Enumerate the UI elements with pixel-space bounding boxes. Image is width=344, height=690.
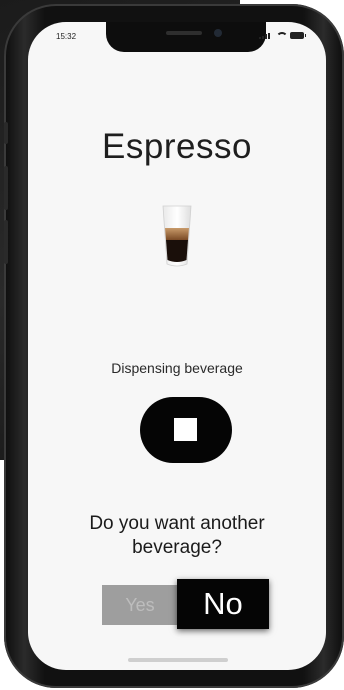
no-button[interactable]: No	[177, 579, 269, 629]
front-camera	[214, 29, 222, 37]
battery-icon	[290, 32, 306, 39]
notch	[106, 22, 266, 52]
phone-screen: 15:32 Espresso Dispensing beverage Do yo…	[28, 22, 326, 670]
phone-frame: 15:32 Espresso Dispensing beverage Do yo…	[4, 4, 344, 688]
beverage-title: Espresso	[102, 127, 252, 166]
yes-button[interactable]: Yes	[102, 585, 178, 625]
volume-up-button	[4, 166, 8, 210]
status-time: 15:32	[56, 32, 77, 41]
speaker-grille	[166, 31, 202, 35]
status-icons	[259, 31, 306, 39]
another-beverage-question: Do you want another beverage?	[89, 513, 265, 558]
home-indicator	[128, 658, 228, 662]
dispensing-status: Dispensing beverage	[111, 360, 243, 376]
signal-icon	[259, 33, 270, 39]
stage: 15:32 Espresso Dispensing beverage Do yo…	[0, 0, 344, 690]
stop-button[interactable]	[140, 397, 232, 463]
volume-down-button	[4, 220, 8, 264]
mute-switch	[4, 122, 8, 144]
stop-icon	[174, 418, 197, 441]
wifi-icon	[275, 31, 288, 39]
espresso-glass-icon	[162, 205, 192, 267]
